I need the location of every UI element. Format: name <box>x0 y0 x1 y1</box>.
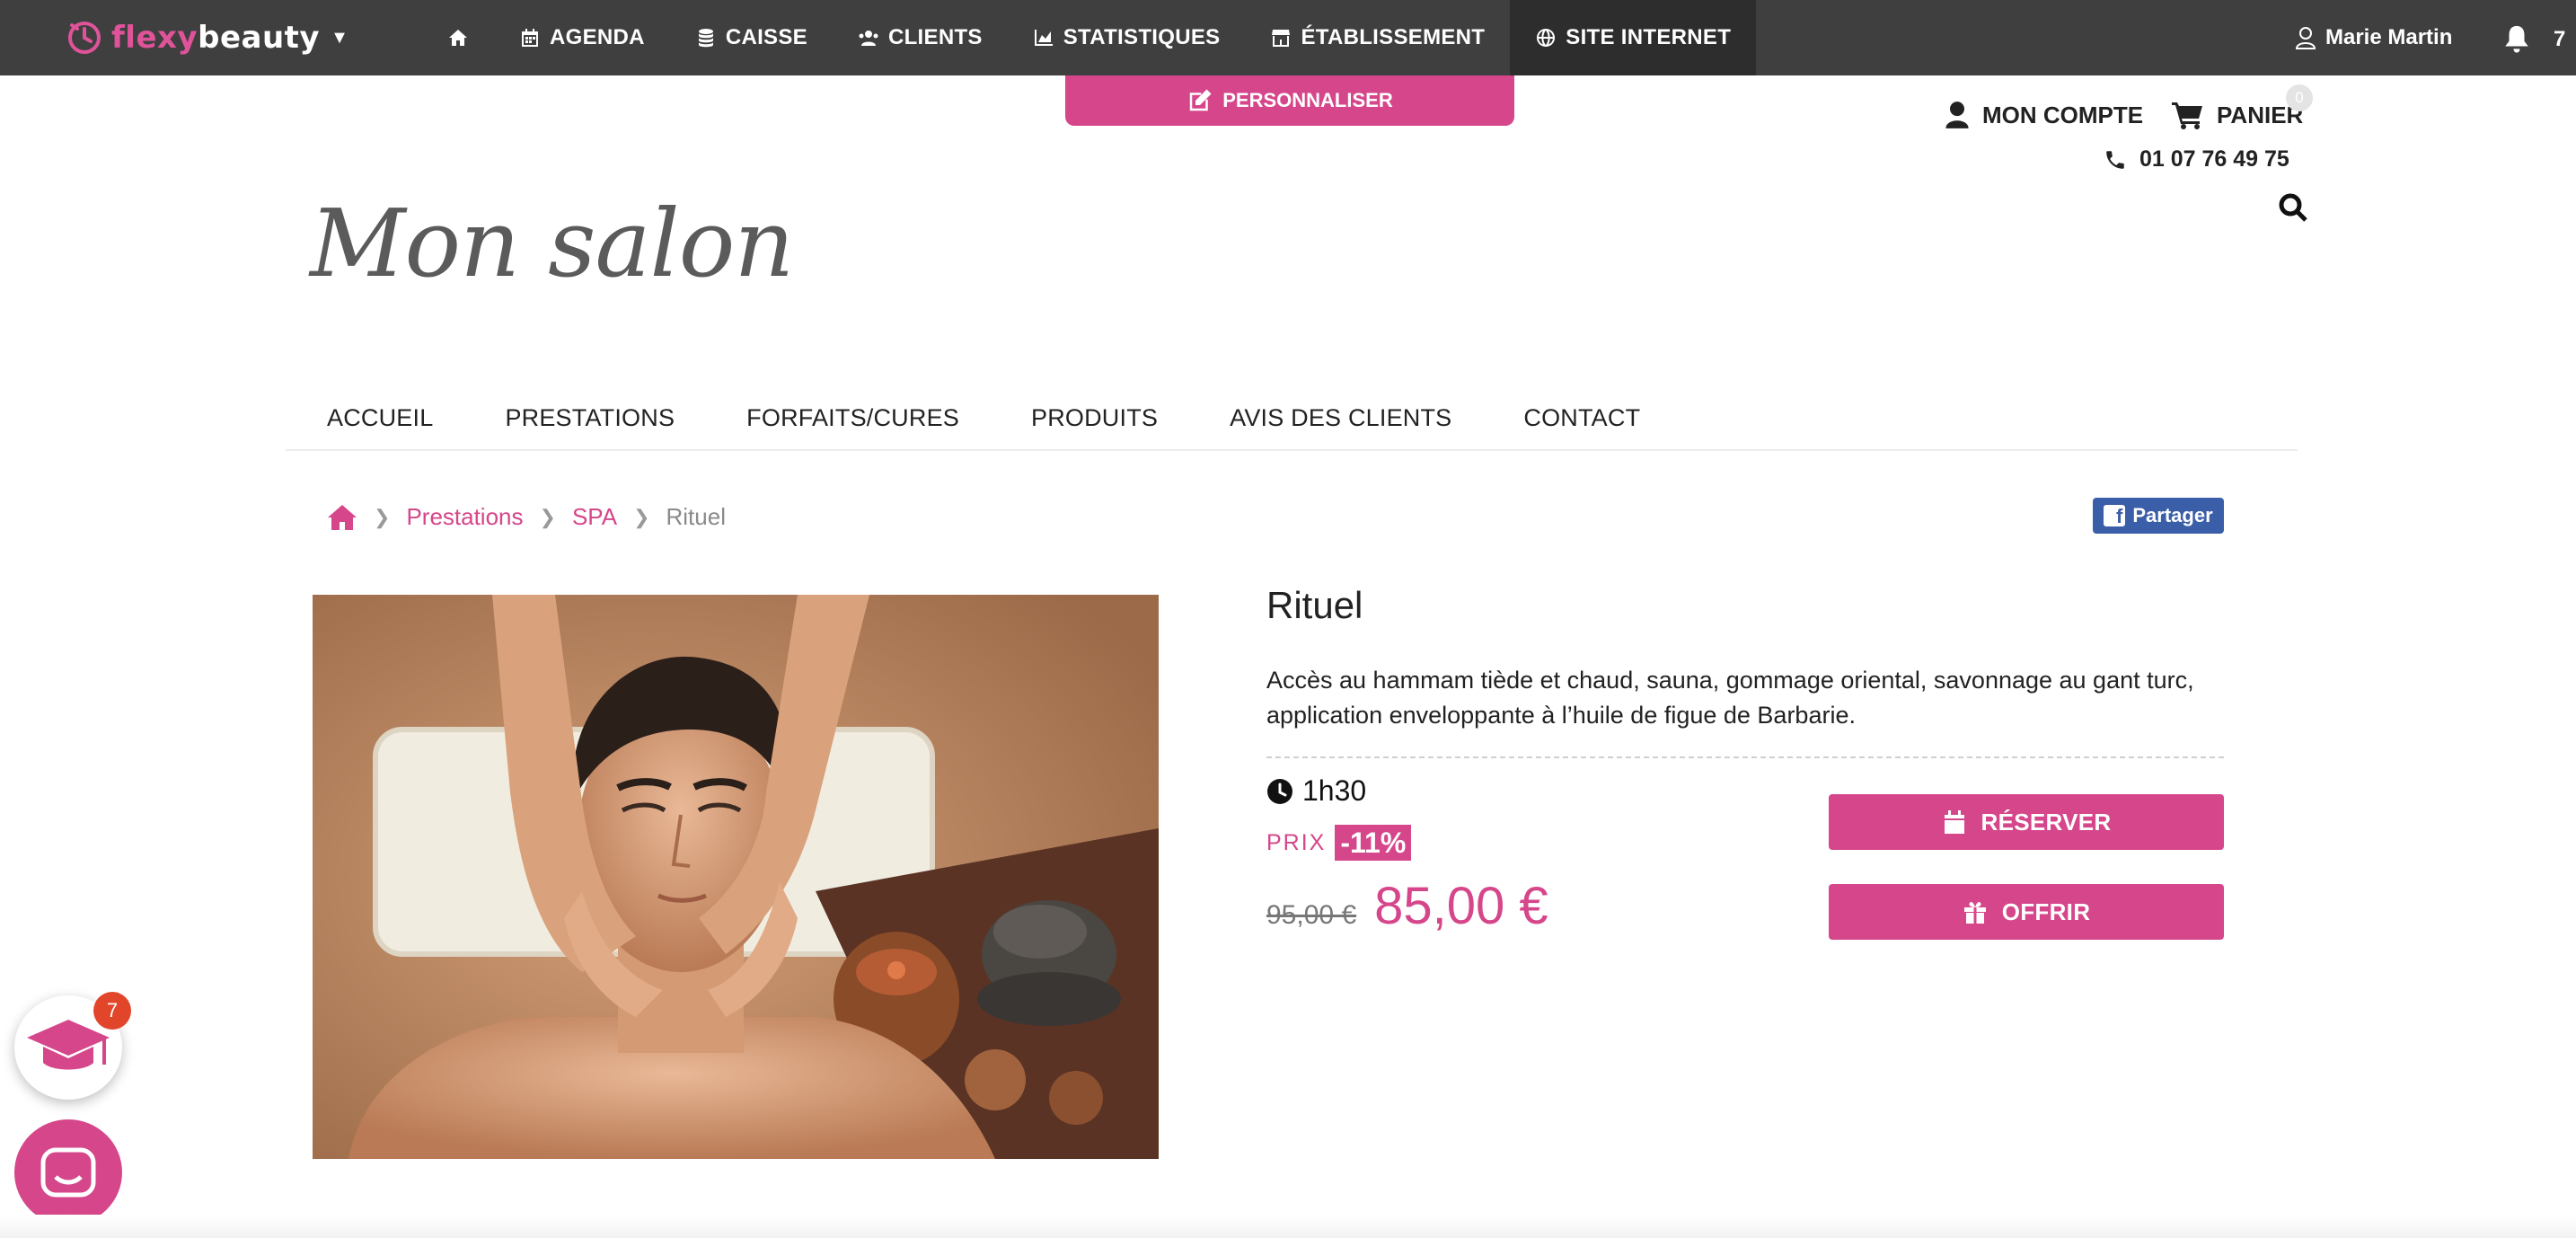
academy-badge: 7 <box>93 992 131 1030</box>
store-icon <box>1272 30 1291 47</box>
menu-accueil[interactable]: ACCUEIL <box>327 404 433 432</box>
price-row: 95,00 € 85,00 € <box>1266 876 1548 936</box>
chat-icon <box>40 1147 96 1198</box>
facebook-share-button[interactable]: f Partager <box>2093 498 2224 534</box>
home-icon[interactable] <box>327 504 357 531</box>
chevron-right-icon: ❯ <box>374 505 391 528</box>
coins-icon <box>698 29 713 48</box>
personnaliser-button[interactable]: PERSONNALISER <box>1065 75 1514 126</box>
user-name: Marie Martin <box>2325 25 2453 49</box>
nav-label: CLIENTS <box>887 25 983 49</box>
discount-badge: -11% <box>1335 825 1412 861</box>
chevron-down-icon: ▼ <box>331 27 348 48</box>
duration-value: 1h30 <box>1302 774 1367 807</box>
nav-statistiques[interactable]: STATISTIQUES <box>1008 0 1246 75</box>
my-account-link[interactable]: MON COMPTE <box>1945 101 2143 129</box>
nav-label: SITE INTERNET <box>1566 25 1732 49</box>
phone-icon <box>2106 150 2124 169</box>
phone-number: 01 07 76 49 75 <box>2139 146 2289 172</box>
facebook-icon: f <box>2104 505 2126 526</box>
reserve-label: RÉSERVER <box>1981 808 2112 836</box>
clock-icon <box>1267 778 1292 804</box>
gift-button[interactable]: OFFRIR <box>1829 884 2224 940</box>
bell-icon <box>2505 25 2528 53</box>
reserve-button[interactable]: RÉSERVER <box>1829 794 2224 850</box>
area-chart-icon <box>1034 30 1053 46</box>
search-button[interactable] <box>2278 192 2308 223</box>
globe-icon <box>1537 29 1556 47</box>
brand-name: flexybeauty <box>111 20 321 56</box>
breadcrumb-current: Rituel <box>666 503 726 530</box>
brand-menu[interactable]: flexybeauty ▼ <box>65 16 348 59</box>
search-icon <box>2279 193 2307 222</box>
nav-label: ÉTABLISSEMENT <box>1301 25 1486 49</box>
users-icon <box>859 31 878 46</box>
price-header: PRIX -11% <box>1266 825 1412 861</box>
product-title: Rituel <box>1266 584 1363 626</box>
menu-prestations[interactable]: PRESTATIONS <box>505 404 675 432</box>
divider <box>1266 756 2224 758</box>
site-menu: ACCUEIL PRESTATIONS FORFAITS/CURES PRODU… <box>286 386 2298 451</box>
nav-clients[interactable]: CLIENTS <box>833 0 1008 75</box>
chat-widget[interactable] <box>14 1119 122 1225</box>
personnaliser-label: PERSONNALISER <box>1222 89 1393 111</box>
product-image <box>313 595 1159 1159</box>
old-price: 95,00 € <box>1266 900 1357 930</box>
chevron-right-icon: ❯ <box>633 505 650 528</box>
user-menu[interactable]: Marie Martin <box>2295 0 2452 75</box>
share-label: Partager <box>2132 504 2213 526</box>
gift-label: OFFRIR <box>2001 898 2091 925</box>
home-icon <box>449 30 467 46</box>
nav-home[interactable] <box>422 0 494 75</box>
breadcrumb: ❯ Prestations ❯ SPA ❯ Rituel <box>327 503 726 531</box>
nav-label: CAISSE <box>725 25 807 49</box>
calendar-icon <box>1944 810 1964 834</box>
massage-photo <box>313 595 1159 1159</box>
menu-produits[interactable]: PRODUITS <box>1031 404 1158 432</box>
salon-name[interactable]: Mon salon <box>310 189 794 298</box>
nav-site-internet[interactable]: SITE INTERNET <box>1510 0 1757 75</box>
menu-forfaits-cures[interactable]: FORFAITS/CURES <box>746 404 959 432</box>
breadcrumb-prestations[interactable]: Prestations <box>406 503 523 531</box>
menu-avis-clients[interactable]: AVIS DES CLIENTS <box>1230 404 1451 432</box>
nav-agenda[interactable]: AGENDA <box>494 0 670 75</box>
graduation-cap-icon <box>27 1020 110 1070</box>
user-icon <box>1945 102 1969 128</box>
shopping-cart-icon <box>2172 102 2202 129</box>
flexy-logo-icon <box>68 22 101 54</box>
cart-count-badge: 0 <box>2286 84 2313 111</box>
cart-link[interactable]: PANIER <box>2172 101 2303 129</box>
top-app-bar: flexybeauty ▼ AGENDA CAISSE CLIENTS STAT… <box>0 0 2576 75</box>
calendar-icon <box>522 29 538 47</box>
gift-icon <box>1963 901 1986 924</box>
chevron-right-icon: ❯ <box>539 505 556 528</box>
page-bottom-edge <box>0 1215 2576 1238</box>
nav-etablissement[interactable]: ÉTABLISSEMENT <box>1245 0 1510 75</box>
phone-link[interactable]: 01 07 76 49 75 <box>2104 146 2289 172</box>
account-label: MON COMPTE <box>1982 101 2144 128</box>
nav-label: STATISTIQUES <box>1063 25 1221 49</box>
app-nav: AGENDA CAISSE CLIENTS STATISTIQUES ÉTABL… <box>422 0 1757 75</box>
edit-icon <box>1190 89 1212 111</box>
user-icon <box>2295 27 2316 49</box>
menu-contact[interactable]: CONTACT <box>1523 404 1640 432</box>
duration: 1h30 <box>1266 774 1366 808</box>
nav-caisse[interactable]: CAISSE <box>670 0 833 75</box>
product-description: Accès au hammam tiède et chaud, sauna, g… <box>1266 667 2194 729</box>
nav-label: AGENDA <box>550 25 645 49</box>
current-price: 85,00 € <box>1374 877 1548 935</box>
price-label: PRIX <box>1266 829 1327 855</box>
notification-count: 7 <box>2554 27 2566 51</box>
breadcrumb-spa[interactable]: SPA <box>572 503 617 531</box>
notifications-button[interactable] <box>2501 23 2532 54</box>
